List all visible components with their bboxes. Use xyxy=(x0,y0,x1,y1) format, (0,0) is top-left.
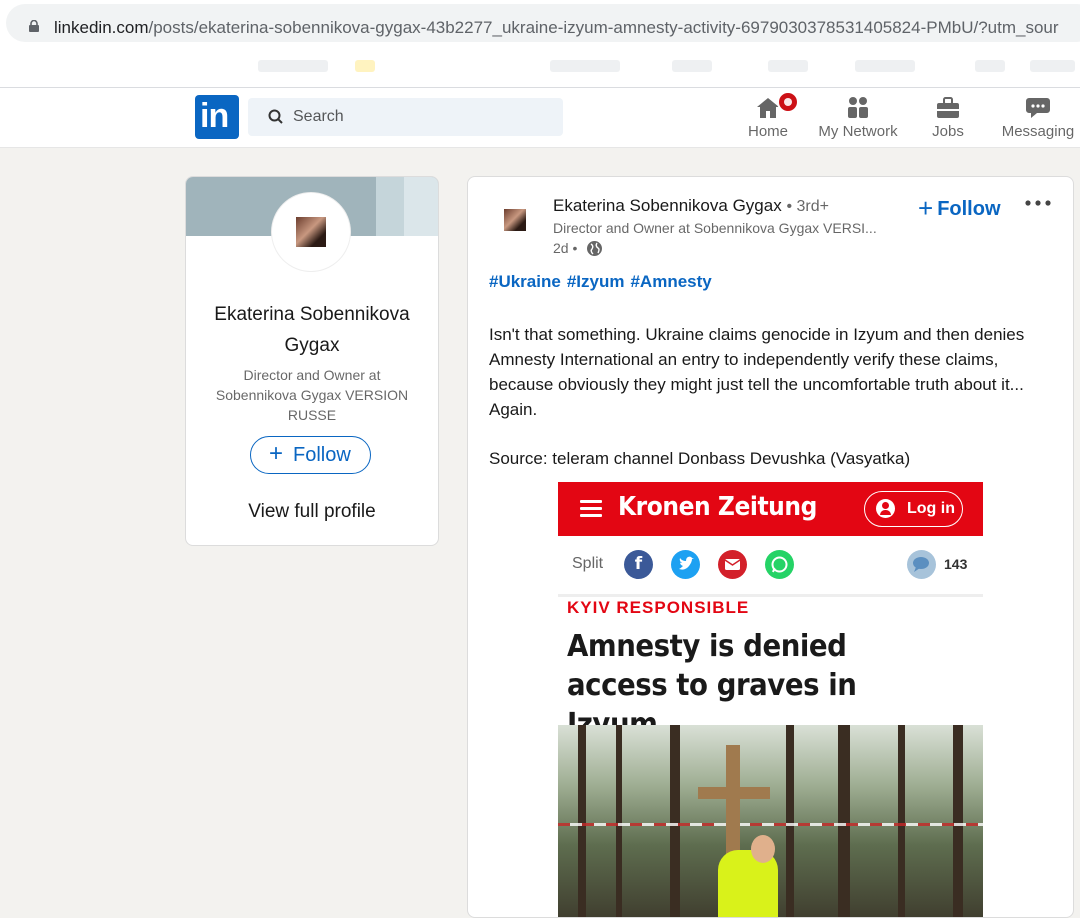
plus-icon: + xyxy=(269,440,284,467)
more-options-icon[interactable] xyxy=(1024,199,1052,207)
author-avatar[interactable] xyxy=(504,209,526,231)
menu-icon xyxy=(580,500,602,518)
nav-jobs-label: Jobs xyxy=(932,123,964,140)
nav-home-label: Home xyxy=(747,123,788,140)
bookmark-faint[interactable] xyxy=(550,60,620,72)
post-card: Ekaterina Sobennikova Gygax • 3rd+ Direc… xyxy=(467,176,1074,918)
profile-name[interactable]: Ekaterina Sobennikova Gygax xyxy=(186,299,438,361)
email-icon xyxy=(718,550,747,579)
follow-button[interactable]: + Follow xyxy=(250,436,371,474)
home-icon xyxy=(755,91,799,120)
krone-logo: Kronen Zeitung xyxy=(618,492,817,522)
nav-home[interactable]: Home xyxy=(738,88,799,147)
bookmark-faint[interactable] xyxy=(1030,60,1075,72)
bookmark-faint[interactable] xyxy=(672,60,712,72)
bookmark-faint[interactable] xyxy=(258,60,328,72)
post-author[interactable]: Ekaterina Sobennikova Gygax • 3rd+ xyxy=(553,196,829,216)
search-icon xyxy=(268,109,283,124)
nav-my-network[interactable]: My Network xyxy=(814,88,902,147)
follow-button-label: Follow xyxy=(293,444,351,466)
avatar[interactable] xyxy=(272,193,350,271)
share-label: Split xyxy=(572,555,604,572)
profile-headline: Director and Owner at Sobennikova Gygax … xyxy=(215,367,409,423)
nav-messaging-label: Messaging xyxy=(1001,123,1075,140)
briefcase-icon xyxy=(935,96,961,124)
post-author-name: Ekaterina Sobennikova Gygax xyxy=(553,196,782,215)
messaging-icon xyxy=(1025,96,1051,124)
user-icon xyxy=(876,499,895,518)
hashtag-link[interactable]: #Amnesty xyxy=(630,272,711,291)
plus-icon: + xyxy=(918,193,934,223)
search-input[interactable]: Search xyxy=(248,98,563,136)
globe-icon xyxy=(587,241,602,256)
bookmark-faint[interactable] xyxy=(768,60,808,72)
url-host: linkedin.com xyxy=(54,18,149,37)
nav-jobs[interactable]: Jobs xyxy=(918,88,978,147)
graves-photo xyxy=(558,725,983,917)
url-field[interactable]: linkedin.com/posts/ekaterina-sobennikova… xyxy=(6,4,1080,42)
profile-card: Ekaterina Sobennikova Gygax Director and… xyxy=(185,176,439,546)
hashtag-link[interactable]: #Ukraine xyxy=(489,272,561,291)
url-path: /posts/ekaterina-sobennikova-gygax-43b22… xyxy=(148,18,1059,37)
bookmark-faint[interactable] xyxy=(855,60,915,72)
whatsapp-icon xyxy=(765,550,794,579)
post-author-subtitle: Director and Owner at Sobennikova Gygax … xyxy=(553,220,877,236)
nav-messaging[interactable]: Messaging xyxy=(1000,88,1076,147)
linkedin-logo[interactable]: in xyxy=(195,95,239,139)
view-full-profile-link[interactable]: View full profile xyxy=(186,501,438,523)
network-icon xyxy=(845,96,871,124)
url-text: linkedin.com/posts/ekaterina-sobennikova… xyxy=(54,18,1059,38)
hashtag-link[interactable]: #Izyum xyxy=(567,272,625,291)
twitter-icon xyxy=(671,550,700,579)
post-body: Isn't that something. Ukraine claims gen… xyxy=(489,325,1025,419)
post-image[interactable]: Kronen Zeitung Log in Split f 143 KYIV R xyxy=(558,482,983,917)
post-follow-label: Follow xyxy=(937,198,1001,220)
comment-count: 143 xyxy=(944,556,968,572)
nav-my-network-label: My Network xyxy=(818,123,898,140)
search-placeholder: Search xyxy=(293,108,344,125)
bookmark-faint[interactable] xyxy=(975,60,1005,72)
krone-header: Kronen Zeitung Log in xyxy=(558,482,983,536)
post-hashtags: #Ukraine #Izyum #Amnesty xyxy=(489,272,718,292)
login-button-label: Log in xyxy=(907,500,955,517)
bookmarks-bar xyxy=(0,50,1080,88)
post-follow-button[interactable]: + Follow xyxy=(918,191,1001,223)
notification-badge xyxy=(777,91,799,113)
article-kicker: KYIV RESPONSIBLE xyxy=(567,598,750,617)
post-time: 2d • xyxy=(553,240,578,256)
lock-icon xyxy=(29,20,39,32)
bookmark-faint[interactable] xyxy=(355,60,375,72)
comments-icon xyxy=(907,550,936,579)
post-source: Source: teleram channel Donbass Devushka… xyxy=(489,449,911,468)
linkedin-nav: in Search Home My Network Jobs Messaging xyxy=(0,88,1080,148)
browser-address-bar: linkedin.com/posts/ekaterina-sobennikova… xyxy=(0,0,1080,50)
share-row: Split f 143 xyxy=(558,536,983,597)
facebook-icon: f xyxy=(624,550,653,579)
login-button: Log in xyxy=(864,491,963,527)
connection-degree: • 3rd+ xyxy=(786,198,829,215)
